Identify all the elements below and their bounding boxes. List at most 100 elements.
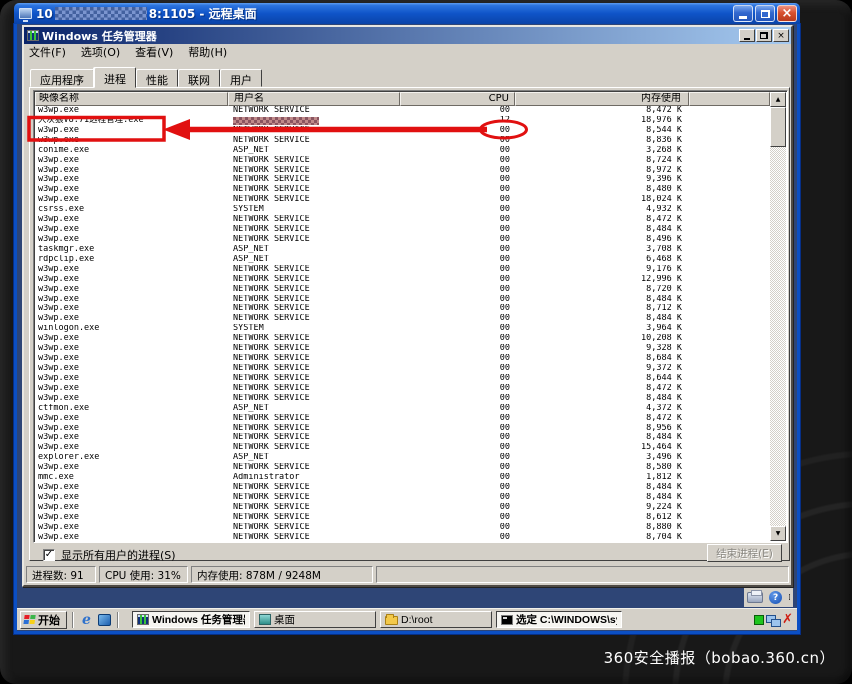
process-mem: 1,812 K (515, 473, 689, 483)
process-row[interactable]: winlogon.exeSYSTEM003,964 K (35, 324, 770, 334)
process-row[interactable]: w3wp.exeNETWORK SERVICE008,484 K (35, 483, 770, 493)
show-all-users-checkbox[interactable]: ✓ (43, 549, 55, 561)
process-row[interactable]: w3wp.exeNETWORK SERVICE008,484 K (35, 493, 770, 503)
process-user: NETWORK SERVICE (228, 235, 400, 245)
taskbar-task-3[interactable]: D:\root (380, 611, 492, 628)
process-user: NETWORK SERVICE (228, 344, 400, 354)
process-name: taskmgr.exe (35, 245, 228, 255)
process-row[interactable]: w3wp.exeNETWORK SERVICE008,484 K (35, 225, 770, 235)
minimize-button[interactable] (733, 5, 753, 22)
process-user: NETWORK SERVICE (228, 384, 400, 394)
process-row[interactable]: w3wp.exeNETWORK SERVICE008,836 K (35, 136, 770, 146)
tm-restore-button[interactable] (756, 29, 772, 42)
process-row[interactable]: w3wp.exeNETWORK SERVICE008,972 K (35, 166, 770, 176)
process-row[interactable]: w3wp.exeNETWORK SERVICE008,880 K (35, 523, 770, 533)
process-row[interactable]: w3wp.exeNETWORK SERVICE008,580 K (35, 463, 770, 473)
process-cpu: 00 (400, 324, 515, 334)
help-icon[interactable]: ? (769, 591, 782, 604)
process-row[interactable]: w3wp.exeNETWORK SERVICE0015,464 K (35, 443, 770, 453)
end-process-button[interactable]: 结束进程(E) (707, 544, 782, 562)
process-row[interactable]: w3wp.exeNETWORK SERVICE008,544 K (35, 126, 770, 136)
process-row[interactable]: ctfmon.exeASP_NET004,372 K (35, 404, 770, 414)
menu-item[interactable]: 查看(V) (135, 44, 173, 60)
taskbar-task-4[interactable]: 选定 C:\WINDOWS\sys... (496, 611, 622, 628)
tab-性能[interactable]: 性能 (136, 69, 178, 87)
column-header[interactable]: 用户名 (228, 92, 400, 106)
process-name: w3wp.exe (35, 195, 228, 205)
process-row[interactable]: w3wp.exeNETWORK SERVICE008,472 K (35, 215, 770, 225)
taskbar-task-2[interactable]: 桌面 (254, 611, 376, 628)
process-row[interactable]: w3wp.exeNETWORK SERVICE009,396 K (35, 175, 770, 185)
process-row[interactable]: rdpclip.exeASP_NET006,468 K (35, 255, 770, 265)
scrollbar-thumb[interactable] (770, 107, 786, 147)
process-row[interactable]: explorer.exeASP_NET003,496 K (35, 453, 770, 463)
close-button[interactable]: × (777, 5, 797, 22)
process-row[interactable]: mmc.exeAdministrator001,812 K (35, 473, 770, 483)
process-mem: 8,472 K (515, 106, 689, 116)
process-row[interactable]: w3wp.exeNETWORK SERVICE008,724 K (35, 156, 770, 166)
vertical-scrollbar[interactable]: ▲ ▼ (770, 92, 786, 541)
process-cpu: 00 (400, 533, 515, 541)
process-row[interactable]: w3wp.exeNETWORK SERVICE0010,208 K (35, 334, 770, 344)
column-header[interactable]: CPU (400, 92, 515, 106)
process-mem: 8,484 K (515, 433, 689, 443)
process-row[interactable]: w3wp.exeNETWORK SERVICE008,480 K (35, 185, 770, 195)
chevron-dots-icon[interactable]: ⁞ (788, 593, 790, 603)
process-row[interactable]: w3wp.exeNETWORK SERVICE008,684 K (35, 354, 770, 364)
menu-item[interactable]: 文件(F) (29, 44, 66, 60)
scroll-up-button[interactable]: ▲ (770, 92, 786, 107)
process-row[interactable]: w3wp.exeNETWORK SERVICE008,472 K (35, 384, 770, 394)
process-user: SYSTEM (228, 205, 400, 215)
tab-应用程序[interactable]: 应用程序 (30, 69, 94, 87)
process-row[interactable]: 大灰狼V8.71远程管理.exe1218,976 K (35, 116, 770, 126)
process-row[interactable]: w3wp.exeNETWORK SERVICE0018,024 K (35, 195, 770, 205)
tm-minimize-button[interactable] (739, 29, 755, 42)
process-row[interactable]: w3wp.exeNETWORK SERVICE0012,996 K (35, 275, 770, 285)
process-row[interactable]: w3wp.exeNETWORK SERVICE008,720 K (35, 285, 770, 295)
tm-statusbar: 进程数: 91 CPU 使用: 31% 内存使用: 878M / 9248M (26, 563, 789, 583)
process-row[interactable]: conime.exeASP_NET003,268 K (35, 146, 770, 156)
disconnect-icon[interactable]: ✗ (782, 614, 793, 626)
process-row[interactable]: w3wp.exeNETWORK SERVICE008,484 K (35, 433, 770, 443)
process-row[interactable]: w3wp.exeNETWORK SERVICE008,956 K (35, 424, 770, 434)
column-header[interactable]: 映像名称 (35, 92, 228, 106)
process-cpu: 12 (400, 116, 515, 126)
tm-close-button[interactable]: × (773, 29, 789, 42)
ie-icon[interactable]: e (79, 612, 94, 627)
menu-item[interactable]: 选项(O) (81, 44, 120, 60)
process-mem: 8,956 K (515, 424, 689, 434)
menu-item[interactable]: 帮助(H) (188, 44, 227, 60)
restore-button[interactable] (755, 5, 775, 22)
process-row[interactable]: csrss.exeSYSTEM004,932 K (35, 205, 770, 215)
task-manager-titlebar[interactable]: Windows 任务管理器 × (24, 27, 791, 44)
process-row[interactable]: taskmgr.exeASP_NET003,708 K (35, 245, 770, 255)
scroll-down-button[interactable]: ▼ (770, 526, 786, 541)
process-row[interactable]: w3wp.exeNETWORK SERVICE008,484 K (35, 394, 770, 404)
quick-launch-icon[interactable] (97, 612, 112, 627)
process-row[interactable]: w3wp.exeNETWORK SERVICE008,712 K (35, 304, 770, 314)
process-row[interactable]: w3wp.exeNETWORK SERVICE009,176 K (35, 265, 770, 275)
process-row[interactable]: w3wp.exeNETWORK SERVICE008,704 K (35, 533, 770, 541)
tab-联网[interactable]: 联网 (178, 69, 220, 87)
process-cpu: 00 (400, 503, 515, 513)
process-row[interactable]: w3wp.exeNETWORK SERVICE009,224 K (35, 503, 770, 513)
tab-进程[interactable]: 进程 (94, 67, 136, 88)
process-row[interactable]: w3wp.exeNETWORK SERVICE008,484 K (35, 295, 770, 305)
network-icon[interactable] (766, 614, 780, 626)
status-memory-usage: 内存使用: 878M / 9248M (191, 566, 373, 583)
process-row[interactable]: w3wp.exeNETWORK SERVICE009,372 K (35, 364, 770, 374)
process-row[interactable]: w3wp.exeNETWORK SERVICE008,472 K (35, 414, 770, 424)
process-row[interactable]: w3wp.exeNETWORK SERVICE008,612 K (35, 513, 770, 523)
taskbar-task-1[interactable]: Windows 任务管理器 (132, 611, 250, 628)
process-row[interactable]: w3wp.exeNETWORK SERVICE008,496 K (35, 235, 770, 245)
process-row[interactable]: w3wp.exeNETWORK SERVICE008,484 K (35, 314, 770, 324)
column-header[interactable]: 内存使用 (515, 92, 689, 106)
status-led-icon[interactable] (754, 615, 764, 625)
tab-用户[interactable]: 用户 (220, 69, 262, 87)
process-row[interactable]: w3wp.exeNETWORK SERVICE009,328 K (35, 344, 770, 354)
start-button[interactable]: 开始 (20, 611, 67, 629)
process-row[interactable]: w3wp.exeNETWORK SERVICE008,472 K (35, 106, 770, 116)
remote-desktop-titlebar[interactable]: 10 8:1105 - 远程桌面 × (14, 3, 800, 24)
process-row[interactable]: w3wp.exeNETWORK SERVICE008,644 K (35, 374, 770, 384)
printer-icon[interactable] (747, 592, 763, 603)
